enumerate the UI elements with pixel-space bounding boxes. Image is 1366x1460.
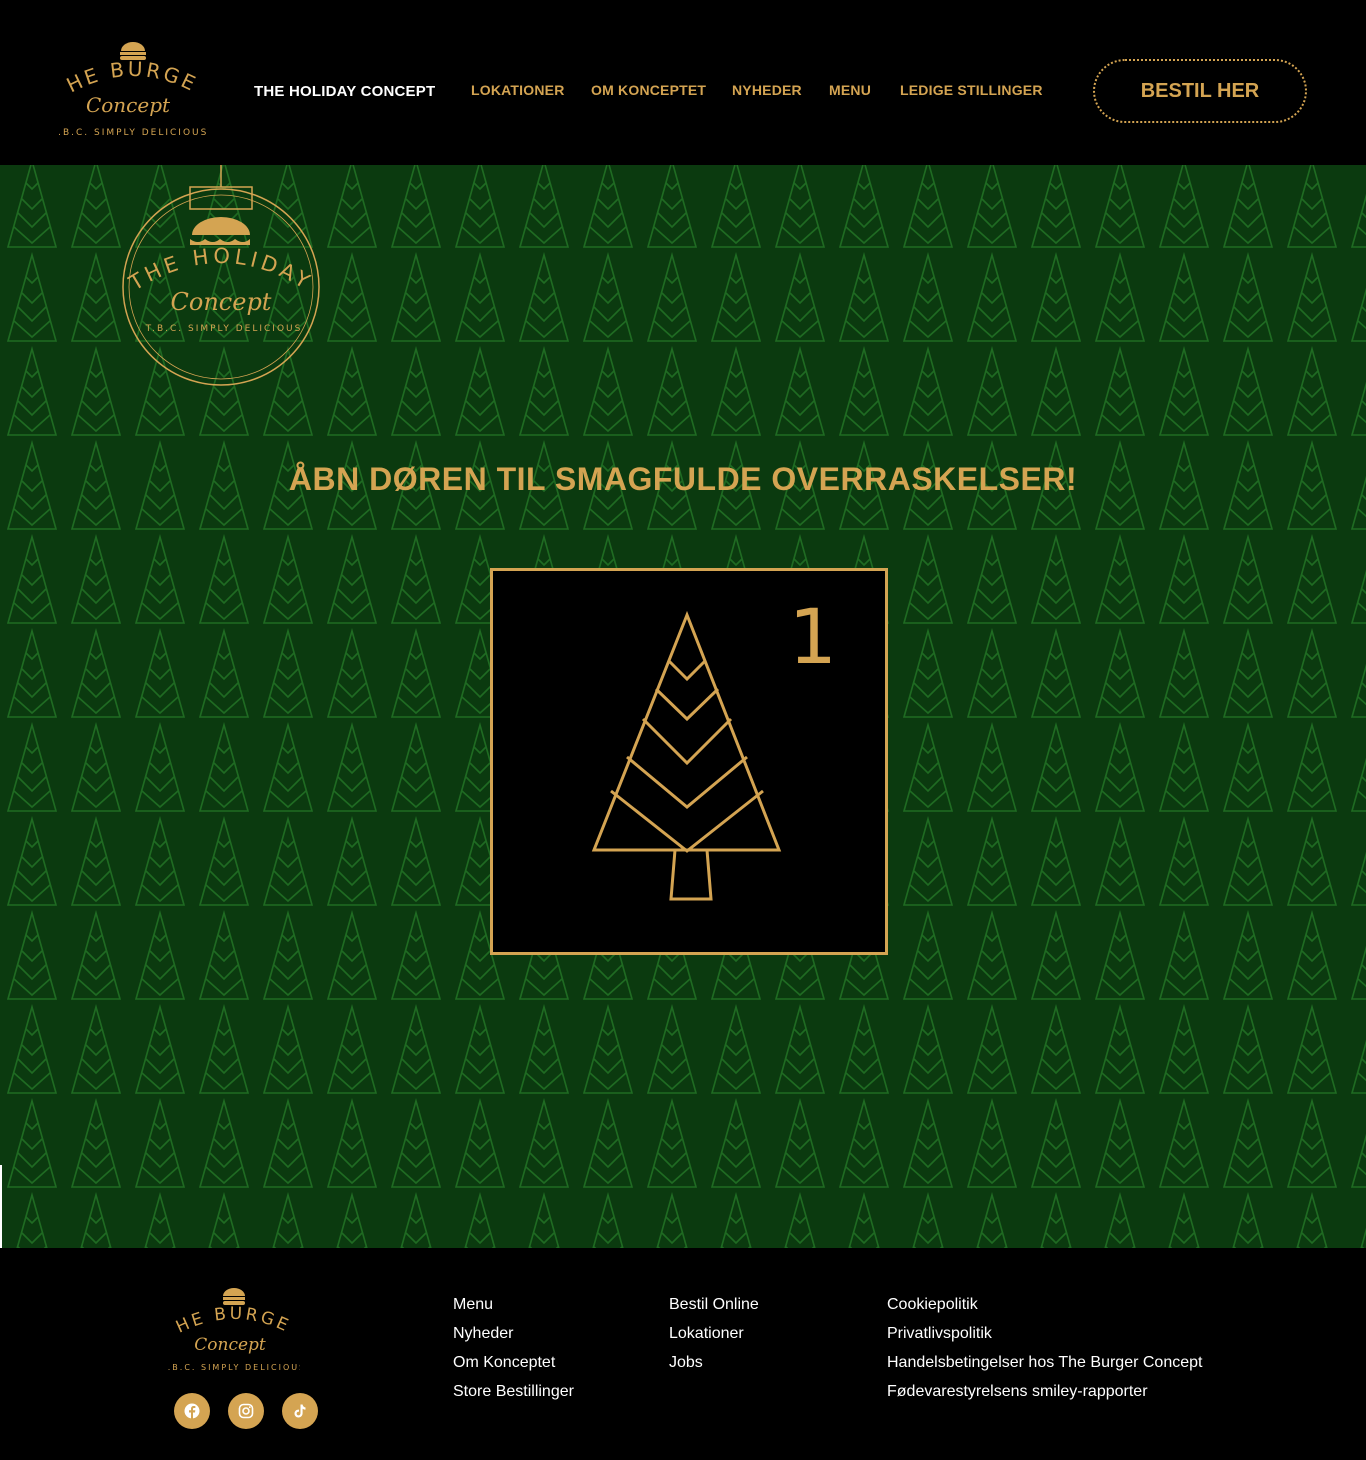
footer-link-handelsbetingelser[interactable]: Handelsbetingelser hos The Burger Concep… [887,1348,1202,1377]
nav-nyheder[interactable]: NYHEDER [732,82,802,98]
footer-logo: THE BURGER Concept T.B.C. SIMPLY DELICIO… [160,1271,304,1376]
footer-logo-tagline: T.B.C. SIMPLY DELICIOUS [168,1363,300,1372]
door-number: 1 [788,592,837,681]
footer-link-lokationer[interactable]: Lokationer [669,1319,759,1348]
footer-link-menu[interactable]: Menu [453,1290,574,1319]
instagram-button[interactable] [228,1393,264,1429]
footer-link-om-konceptet[interactable]: Om Konceptet [453,1348,574,1377]
nav-lokationer[interactable]: LOKATIONER [471,82,565,98]
holiday-logo-tagline: T.B.C. SIMPLY DELICIOUS [145,324,303,334]
nav-ledige-stillinger[interactable]: LEDIGE STILLINGER [900,82,1043,98]
footer-link-privatlivspolitik[interactable]: Privatlivspolitik [887,1319,1202,1348]
hero-title: ÅBN DØREN TIL SMAGFULDE OVERRASKELSER! [288,461,1078,497]
footer-link-jobs[interactable]: Jobs [669,1348,759,1377]
logo-line2: Concept [86,93,171,117]
nav-om-konceptet[interactable]: OM KONCEPTET [591,82,706,98]
advent-door-1[interactable]: 1 [490,568,888,955]
footer-link-cookiepolitik[interactable]: Cookiepolitik [887,1290,1202,1319]
footer-column-1: Menu Nyheder Om Konceptet Store Bestilli… [453,1290,574,1406]
footer-column-3: Cookiepolitik Privatlivspolitik Handelsb… [887,1290,1202,1406]
order-button[interactable]: BESTIL HER [1093,59,1307,123]
holiday-logo: THE HOLIDAY Concept T.B.C. SIMPLY DELICI… [118,165,324,391]
nav-holiday-concept[interactable]: THE HOLIDAY CONCEPT [254,83,435,100]
holiday-logo-line2: Concept [171,288,272,316]
footer-link-store-bestillinger[interactable]: Store Bestillinger [453,1377,574,1406]
footer-column-2: Bestil Online Lokationer Jobs [669,1290,759,1377]
instagram-icon [238,1403,254,1419]
footer-link-bestil-online[interactable]: Bestil Online [669,1290,759,1319]
tiktok-button[interactable] [282,1393,318,1429]
nav-menu[interactable]: MENU [829,82,871,98]
footer-link-nyheder[interactable]: Nyheder [453,1319,574,1348]
brand-logo[interactable]: THE BURGER Concept T.B.C. SIMPLY DELICIO… [49,19,208,142]
hero-section: THE HOLIDAY Concept T.B.C. SIMPLY DELICI… [0,165,1366,1248]
tiktok-icon [294,1404,306,1418]
footer-link-smiley-rapporter[interactable]: Fødevarestyrelsens smiley-rapporter [887,1377,1202,1406]
site-footer: THE BURGER Concept T.B.C. SIMPLY DELICIO… [0,1248,1366,1460]
site-header: THE BURGER Concept T.B.C. SIMPLY DELICIO… [0,0,1366,165]
facebook-icon [184,1403,200,1419]
facebook-button[interactable] [174,1393,210,1429]
footer-logo-line2: Concept [194,1335,266,1355]
edge-marker [0,1165,2,1248]
logo-tagline: T.B.C. SIMPLY DELICIOUS [58,128,208,138]
